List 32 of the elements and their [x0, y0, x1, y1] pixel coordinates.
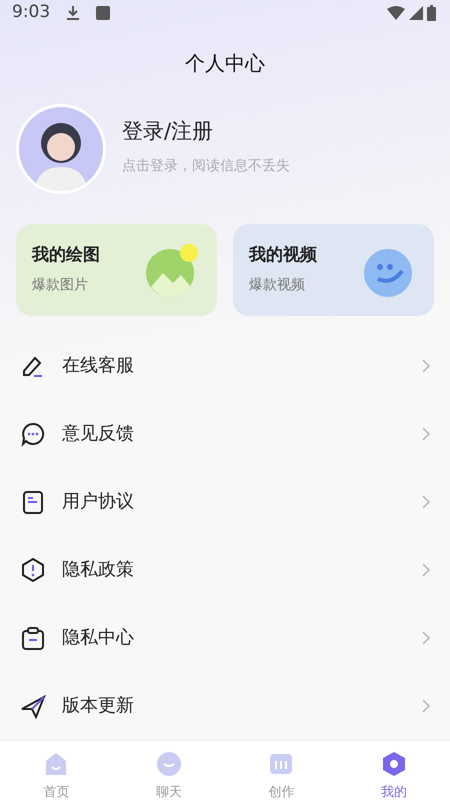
- warning-hexagon-icon: [20, 556, 46, 582]
- clipboard-icon: [20, 624, 46, 650]
- card-title: 我的绘图: [32, 244, 100, 268]
- menu-item[interactable]: 隐私政策: [0, 536, 450, 604]
- my-videos-card[interactable]: 我的视频 爆款视频: [233, 224, 434, 316]
- menu-item[interactable]: 版本更新: [0, 672, 450, 740]
- chevron-right-icon: [422, 426, 430, 440]
- chevron-right-icon: [422, 698, 430, 712]
- card-subtitle: 爆款图片: [32, 276, 89, 295]
- download-icon: [66, 4, 80, 21]
- login-register-link[interactable]: 登录/注册: [122, 116, 290, 148]
- my-drawings-card[interactable]: 我的绘图 爆款图片: [16, 224, 217, 316]
- login-hint: 点击登录，阅读信息不丢失: [122, 156, 290, 176]
- page-title: 个人中心: [184, 50, 266, 76]
- wifi-icon: [387, 6, 405, 20]
- menu-item[interactable]: 意见反馈: [0, 400, 450, 468]
- menu-item[interactable]: 用户协议: [0, 468, 450, 536]
- document-icon: [20, 488, 46, 514]
- status-time: 9:03: [12, 1, 50, 24]
- chevron-right-icon: [422, 630, 430, 644]
- card-subtitle: 爆款视频: [249, 276, 306, 295]
- menu-item[interactable]: 在线客服: [0, 332, 450, 400]
- chevron-right-icon: [422, 562, 430, 576]
- paper-plane-icon: [20, 692, 46, 718]
- tab-item[interactable]: 我的: [338, 740, 450, 800]
- chat-bubble-icon: [20, 420, 46, 446]
- chevron-right-icon: [422, 494, 430, 508]
- signal-icon: [409, 6, 423, 20]
- chevron-right-icon: [422, 358, 430, 372]
- battery-icon: [427, 4, 436, 21]
- card-title: 我的视频: [249, 244, 317, 268]
- menu-item[interactable]: 隐私中心: [0, 604, 450, 672]
